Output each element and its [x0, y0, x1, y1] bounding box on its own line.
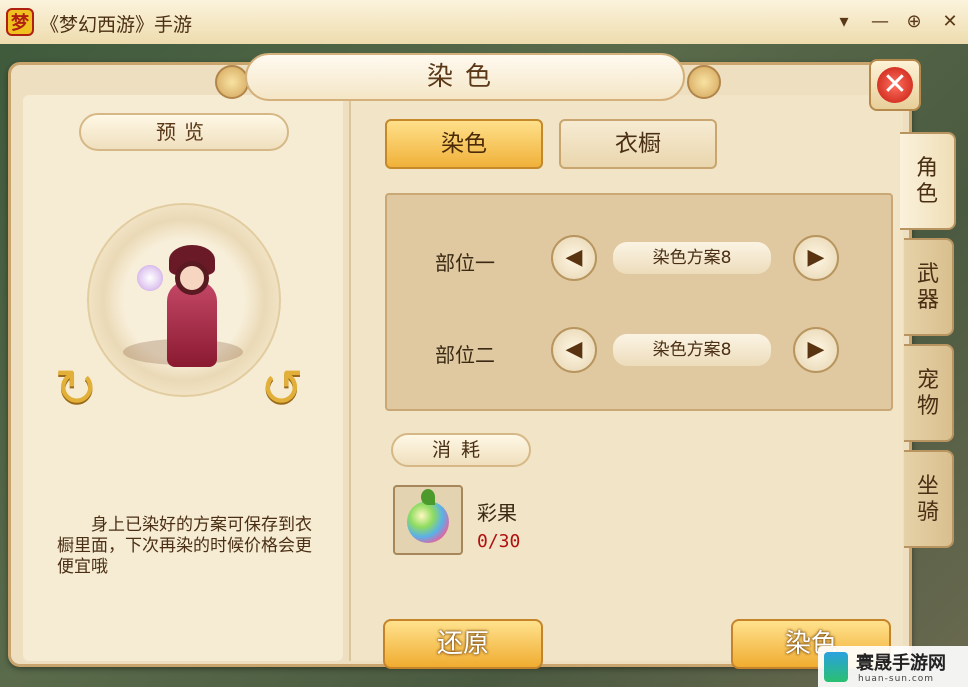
side-tab-weapon-label: 武器 — [916, 262, 939, 313]
maximize-button[interactable]: ⊕ — [902, 10, 926, 34]
item-slot[interactable] — [393, 485, 463, 555]
side-tab-weapon[interactable]: 武器 — [904, 238, 954, 336]
watermark-url: huan-sun.com — [858, 674, 935, 684]
preview-description: 身上已染好的方案可保存到衣橱里面，下次再染的时候价格会更便宜哦 — [57, 515, 312, 577]
watermark-logo-icon — [824, 652, 848, 682]
side-tab-pet[interactable]: 宠物 — [904, 344, 954, 442]
rotate-left-icon[interactable]: ↻ — [53, 357, 99, 421]
window-title: 《梦幻西游》手游 — [40, 14, 193, 36]
reset-button[interactable]: 还原 — [383, 619, 543, 669]
character-orb — [137, 265, 163, 291]
watermark-name: 寰晟手游网 — [856, 653, 946, 674]
dye-parts-box: 部位一 ◀ 染色方案8 ▶ 部位二 ◀ 染色方案8 ▶ — [385, 193, 893, 411]
character-head — [175, 261, 209, 295]
tab-dye[interactable]: 染色 — [385, 119, 543, 169]
tab-wardrobe[interactable]: 衣橱 — [559, 119, 717, 169]
part-one-label: 部位一 — [435, 251, 495, 275]
panel-header: 染色 — [245, 53, 685, 101]
part-one-next-button[interactable]: ▶ — [793, 235, 839, 281]
item-count: 0/30 — [477, 531, 521, 552]
fruit-leaf-icon — [421, 489, 435, 505]
part-one-prev-button[interactable]: ◀ — [551, 235, 597, 281]
header-knot-right — [687, 65, 721, 99]
panel-close-button[interactable]: ✕ — [869, 59, 921, 111]
side-tab-pet-label: 宠物 — [916, 368, 939, 419]
part-two-scheme: 染色方案8 — [613, 334, 771, 366]
header-knot-left — [215, 65, 249, 99]
side-tab-mount[interactable]: 坐骑 — [904, 450, 954, 548]
preview-label: 预览 — [79, 113, 289, 151]
rotate-right-icon[interactable]: ↺ — [259, 357, 305, 421]
window-title-bar: 梦 《梦幻西游》手游 ▾ — ⊕ ✕ — [0, 0, 968, 45]
minimize-button[interactable]: — — [868, 10, 892, 34]
part-two-next-button[interactable]: ▶ — [793, 327, 839, 373]
part-two-label: 部位二 — [435, 343, 495, 367]
side-tab-character-label: 角色 — [915, 156, 938, 207]
app-logo-icon: 梦 — [6, 8, 34, 36]
close-icon: ✕ — [877, 67, 913, 103]
menu-dropdown-icon[interactable]: ▾ — [832, 10, 856, 34]
dye-panel: 预览 ↻ ↺ 身上已染好的方案可保存到衣橱里面，下次再染的时候价格会更便宜哦 染… — [8, 53, 921, 669]
window-close-button[interactable]: ✕ — [938, 10, 962, 34]
side-tab-character[interactable]: 角色 — [900, 132, 956, 230]
site-watermark: 寰晟手游网 huan-sun.com — [818, 646, 968, 687]
part-two-prev-button[interactable]: ◀ — [551, 327, 597, 373]
cost-label: 消耗 — [391, 433, 531, 467]
preview-pane: 预览 ↻ ↺ 身上已染好的方案可保存到衣橱里面，下次再染的时候价格会更便宜哦 — [23, 95, 343, 661]
rainbow-fruit-icon — [407, 501, 449, 543]
panel-title: 染色 — [426, 62, 503, 92]
part-one-scheme: 染色方案8 — [613, 242, 771, 274]
side-tab-mount-label: 坐骑 — [916, 474, 939, 525]
item-name: 彩果 — [477, 501, 517, 525]
dye-settings-pane: 染色 衣橱 部位一 ◀ 染色方案8 ▶ 部位二 ◀ 染色方案8 ▶ 消耗 彩果 … — [349, 95, 903, 669]
